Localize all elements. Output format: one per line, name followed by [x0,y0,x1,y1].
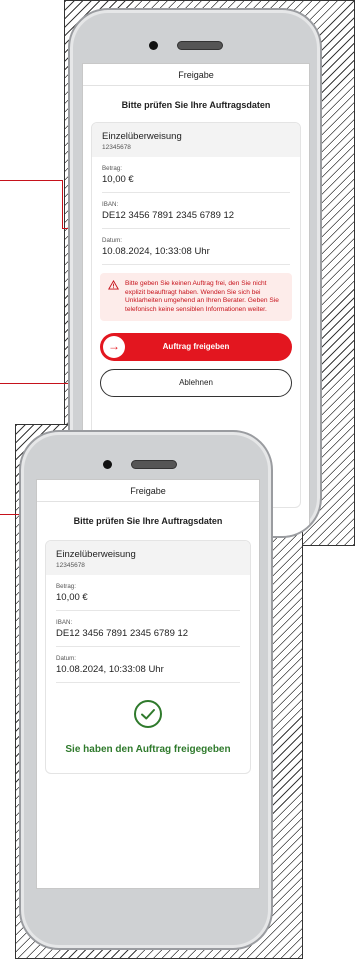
phone-confirmation: Freigabe Bitte prüfen Sie Ihre Auftragsd… [19,430,273,950]
screen-title: Freigabe [37,480,259,502]
account-number: 12345678 [56,562,85,569]
date-field: Datum: 10.08.2024, 10:33:08 Uhr [102,229,290,265]
page-heading: Bitte prüfen Sie Ihre Auftragsdaten [73,516,223,526]
field-value: DE12 3456 7891 2345 6789 12 [56,628,189,639]
field-value: 10,00 € [56,592,88,603]
callout-line [0,180,62,181]
success-section: Sie haben den Auftrag freigegeben [46,683,250,773]
date-field: Datum: 10.08.2024, 10:33:08 Uhr [56,647,240,683]
phone-screen: Freigabe Bitte prüfen Sie Ihre Auftragsd… [36,479,260,889]
field-value: DE12 3456 7891 2345 6789 12 [102,210,235,221]
approve-button[interactable]: → Auftrag freigeben [100,333,292,362]
speaker-grille [177,41,223,50]
page-heading: Bitte prüfen Sie Ihre Auftragsdaten [121,100,271,110]
screen-title: Freigabe [83,64,309,86]
field-label: IBAN: [56,619,73,626]
reject-button[interactable]: Ablehnen [100,369,292,398]
field-value: 10.08.2024, 10:33:08 Uhr [102,246,210,257]
field-label: Datum: [56,655,76,662]
speaker-grille [131,460,177,469]
order-details-card: Einzelüberweisung 12345678 Betrag: 10,00… [45,540,251,774]
camera-icon [149,41,158,50]
transfer-type: Einzelüberweisung [102,131,182,142]
field-value: 10,00 € [102,174,134,185]
amount-field: Betrag: 10,00 € [56,575,240,611]
amount-field: Betrag: 10,00 € [102,157,290,193]
transfer-type: Einzelüberweisung [56,549,136,560]
warning-box: Bitte geben Sie keinen Auftrag frei, den… [100,273,292,322]
field-label: IBAN: [102,201,119,208]
camera-icon [103,460,112,469]
field-label: Betrag: [102,165,122,172]
card-header: Einzelüberweisung 12345678 [92,123,300,157]
iban-field: IBAN: DE12 3456 7891 2345 6789 12 [56,611,240,647]
field-label: Datum: [102,237,122,244]
warning-triangle-icon [108,280,119,290]
account-number: 12345678 [102,144,131,151]
check-circle-icon [134,700,162,728]
approve-button-label: Auftrag freigeben [162,342,230,352]
card-header: Einzelüberweisung 12345678 [46,541,250,575]
field-label: Betrag: [56,583,76,590]
warning-text: Bitte geben Sie keinen Auftrag frei, den… [125,280,279,313]
callout-line [62,180,63,228]
reject-button-label: Ablehnen [179,378,213,388]
arrow-right-icon: → [103,336,125,359]
success-message: Sie haben den Auftrag freigegeben [65,744,231,755]
iban-field: IBAN: DE12 3456 7891 2345 6789 12 [102,193,290,229]
field-value: 10.08.2024, 10:33:08 Uhr [56,664,164,675]
